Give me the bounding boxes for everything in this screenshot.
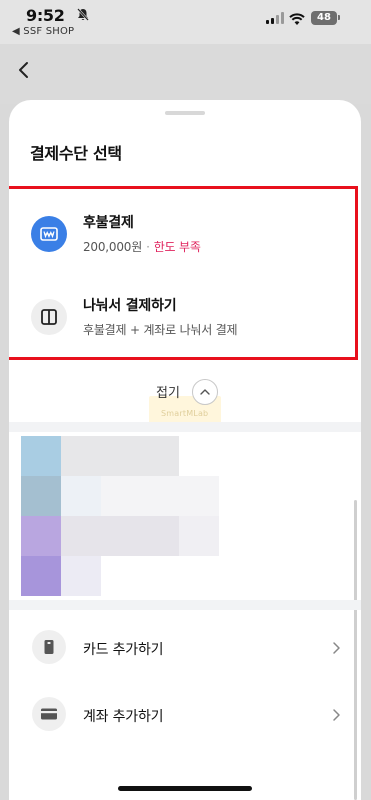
blurred-tile — [101, 476, 219, 516]
watermark-text: SmartMLab — [161, 409, 209, 418]
blurred-tile — [21, 476, 61, 516]
payment-method-sheet: 결제수단 선택 후불결제 200,000원 · 한도 부족 나눠서 결제하기 후불결… — [9, 100, 361, 800]
blurred-tile — [21, 556, 61, 596]
sheet-grabber[interactable] — [165, 111, 205, 115]
section-divider — [9, 600, 361, 610]
highlight-box — [9, 186, 358, 360]
blurred-tile — [61, 516, 179, 556]
blurred-tile — [61, 436, 179, 476]
blurred-tile — [179, 516, 219, 556]
chevron-right-icon — [331, 707, 341, 721]
blurred-tile — [21, 436, 61, 476]
battery-tip — [338, 15, 340, 20]
wifi-icon — [289, 11, 305, 25]
chevron-left-icon — [19, 62, 28, 78]
status-bar: 9:52 ◀ SSF SHOP 48 — [0, 0, 371, 44]
blurred-tile — [61, 476, 101, 516]
back-button[interactable] — [14, 58, 34, 82]
blurred-tile — [21, 516, 61, 556]
status-time: 9:52 — [26, 6, 65, 25]
collapse-label: 접기 — [156, 386, 180, 401]
bell-muted-icon — [77, 8, 89, 24]
add-bank-account-row[interactable]: 계좌 추가하기 — [9, 685, 361, 745]
sheet-title: 결제수단 선택 — [30, 144, 122, 163]
home-indicator[interactable] — [118, 786, 252, 791]
add-card-row[interactable]: 카드 추가하기 — [9, 618, 361, 678]
bank-account-icon — [32, 697, 66, 731]
section-divider — [9, 422, 361, 432]
add-bank-account-label: 계좌 추가하기 — [83, 709, 164, 725]
chevron-right-icon — [331, 640, 341, 654]
chevron-up-icon — [192, 379, 218, 405]
add-card-label: 카드 추가하기 — [83, 642, 164, 658]
app-header — [0, 44, 371, 104]
blurred-tile — [61, 556, 101, 596]
signal-icon — [266, 12, 284, 24]
collapse-toggle[interactable]: 접기 — [152, 378, 220, 406]
battery-icon: 48 — [311, 11, 337, 25]
return-to-app-link[interactable]: ◀ SSF SHOP — [12, 26, 74, 37]
card-icon — [32, 630, 66, 664]
